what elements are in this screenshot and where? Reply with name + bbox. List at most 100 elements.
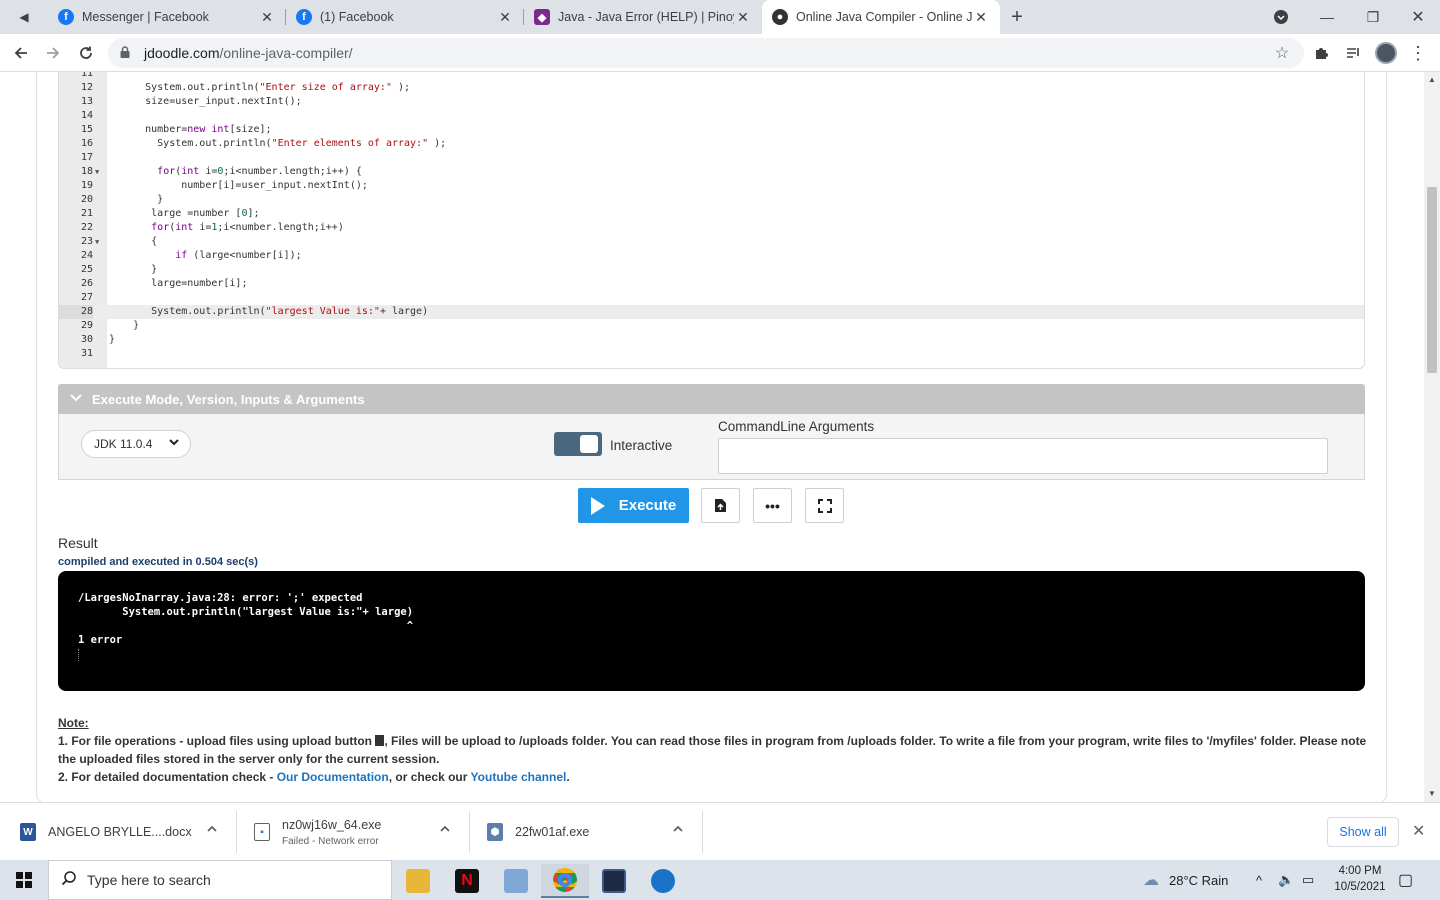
jdoodle-icon: ● xyxy=(772,9,788,25)
code-line[interactable]: 13 size=user_input.nextInt(); xyxy=(59,95,1364,109)
code-line[interactable]: 22 for(int i=1;i<number.length;i++) xyxy=(59,221,1364,235)
close-icon[interactable]: ✕ xyxy=(734,9,752,26)
youtube-channel-link[interactable]: Youtube channel xyxy=(471,770,567,784)
code-line[interactable]: 23 ▼ { xyxy=(59,235,1364,249)
line-number: 23 xyxy=(80,236,93,247)
note-label: Note: xyxy=(58,716,89,730)
output-terminal[interactable]: /LargesNoInarray.java:28: error: ';' exp… xyxy=(58,571,1365,691)
tab-title: Java - Java Error (HELP) | Pinoy In xyxy=(558,10,734,24)
installer-icon: ⬢ xyxy=(487,823,503,841)
code-line[interactable]: 26 large=number[i]; xyxy=(59,277,1364,291)
url-path: /online-java-compiler/ xyxy=(219,45,353,61)
exe-icon: ▪ xyxy=(254,823,270,841)
chevron-up-icon[interactable] xyxy=(672,823,684,838)
tab-jdoodle[interactable]: ● Online Java Compiler - Online Ja ✕ xyxy=(762,0,1000,34)
minimize-icon[interactable]: — xyxy=(1304,0,1350,34)
code-line[interactable]: 29 } xyxy=(59,319,1364,333)
code-line[interactable]: 28 System.out.println("largest Value is:… xyxy=(59,305,1364,319)
line-number: 17 xyxy=(80,152,93,163)
tab-facebook[interactable]: f (1) Facebook ✕ xyxy=(286,0,524,34)
download-item[interactable]: ▪ nz0wj16w_64.exe Failed - Network error xyxy=(254,803,381,861)
code-line[interactable]: 14 xyxy=(59,109,1364,123)
code-line[interactable]: 17 xyxy=(59,151,1364,165)
download-item[interactable]: W ANGELO BRYLLE....docx xyxy=(20,803,192,861)
restore-icon[interactable]: ❐ xyxy=(1350,0,1396,34)
menu-kebab-icon[interactable]: ⋮ xyxy=(1405,40,1431,66)
scroll-up-icon[interactable]: ▲ xyxy=(1428,75,1436,84)
scroll-down-icon[interactable]: ▼ xyxy=(1428,789,1436,798)
fold-arrow-icon[interactable]: ▼ xyxy=(95,165,99,179)
code-line[interactable]: 27 xyxy=(59,291,1364,305)
terminal-app-icon[interactable] xyxy=(590,864,638,898)
chevron-down-icon xyxy=(70,393,82,405)
taskbar-search[interactable]: Type here to search xyxy=(48,860,392,900)
line-number: 15 xyxy=(80,124,93,135)
notifications-icon[interactable]: ▢ xyxy=(1398,860,1413,900)
code-line[interactable]: 15 number=new int[size]; xyxy=(59,123,1364,137)
chevron-up-icon[interactable]: ^ xyxy=(1256,860,1262,900)
execute-options-header[interactable]: Execute Mode, Version, Inputs & Argument… xyxy=(58,384,1365,414)
weather-widget[interactable]: ☁ 28°C Rain xyxy=(1143,860,1228,900)
download-item[interactable]: ⬢ 22fw01af.exe xyxy=(487,803,589,861)
bookmark-star-icon[interactable]: ☆ xyxy=(1269,40,1295,66)
code-line[interactable]: 16 System.out.println("Enter elements of… xyxy=(59,137,1364,151)
chevron-up-icon[interactable] xyxy=(206,823,218,838)
code-line[interactable]: 11 xyxy=(59,72,1364,81)
download-name: ANGELO BRYLLE....docx xyxy=(48,825,192,839)
back-icon[interactable] xyxy=(8,40,34,66)
forward-icon[interactable] xyxy=(40,40,66,66)
netflix-icon[interactable]: N xyxy=(443,864,491,898)
new-tab-button[interactable]: + xyxy=(1000,0,1034,34)
clock-date: 10/5/2021 xyxy=(1334,881,1386,893)
edge-icon[interactable] xyxy=(639,864,687,898)
close-icon[interactable]: ✕ xyxy=(972,9,990,26)
close-icon[interactable]: ✕ xyxy=(496,9,514,26)
close-icon[interactable]: ✕ xyxy=(258,9,276,26)
commandline-arguments-input[interactable] xyxy=(718,438,1328,474)
code-line[interactable]: 31 xyxy=(59,347,1364,361)
fullscreen-button[interactable] xyxy=(805,488,844,523)
code-line[interactable]: 20 } xyxy=(59,193,1364,207)
address-bar[interactable]: jdoodle.com/online-java-compiler/ xyxy=(108,38,1304,68)
volume-icon[interactable]: 🔈 xyxy=(1278,860,1294,900)
notepad-icon[interactable] xyxy=(492,864,540,898)
code-editor[interactable]: 11 12 System.out.println("Enter size of a… xyxy=(58,72,1365,369)
reading-list-icon[interactable] xyxy=(1340,40,1366,66)
code-line[interactable]: 12 System.out.println("Enter size of arr… xyxy=(59,81,1364,95)
reload-icon[interactable] xyxy=(73,40,99,66)
page-scrollbar[interactable]: ▲ ▼ xyxy=(1424,72,1440,802)
line-number: 26 xyxy=(80,278,93,289)
interactive-toggle[interactable] xyxy=(554,432,602,456)
chrome-icon[interactable] xyxy=(541,864,589,898)
code-line[interactable]: 19 number[i]=user_input.nextInt(); xyxy=(59,179,1364,193)
code-line[interactable]: 30} xyxy=(59,333,1364,347)
system-clock[interactable]: 4:00 PM 10/5/2021 xyxy=(1320,863,1400,895)
tab-messenger[interactable]: f Messenger | Facebook ✕ xyxy=(48,0,286,34)
fold-arrow-icon[interactable]: ▼ xyxy=(95,235,99,249)
scroll-thumb[interactable] xyxy=(1427,187,1437,373)
code-line[interactable]: 18 ▼ for(int i=0;i<number.length;i++) { xyxy=(59,165,1364,179)
profile-avatar[interactable] xyxy=(1373,40,1399,66)
documentation-link[interactable]: Our Documentation xyxy=(277,770,389,784)
show-all-button[interactable]: Show all xyxy=(1327,817,1399,847)
file-explorer-icon[interactable] xyxy=(394,864,442,898)
tab-pinoy[interactable]: ◆ Java - Java Error (HELP) | Pinoy In ✕ xyxy=(524,0,762,34)
execute-button[interactable]: Execute xyxy=(578,488,689,523)
network-icon[interactable]: ▭ xyxy=(1302,860,1314,900)
chevron-up-icon[interactable] xyxy=(439,823,451,838)
more-options-button[interactable]: ••• xyxy=(753,488,792,523)
jdk-version-select[interactable]: JDK 11.0.4 xyxy=(81,430,191,458)
code-line[interactable]: 24 if (large<number[i]); xyxy=(59,249,1364,263)
extensions-icon[interactable] xyxy=(1308,40,1334,66)
close-icon[interactable]: ✕ xyxy=(1412,821,1425,841)
code-line[interactable]: 25 } xyxy=(59,263,1364,277)
start-button[interactable] xyxy=(0,860,48,900)
code-line[interactable]: 21 large =number [0]; xyxy=(59,207,1364,221)
upload-file-button[interactable] xyxy=(701,488,740,523)
tab-search-icon[interactable] xyxy=(1266,0,1296,34)
note-line2: 2. For detailed documentation check - xyxy=(58,770,277,784)
tab-title: (1) Facebook xyxy=(320,10,394,24)
window-close-icon[interactable]: ✕ xyxy=(1396,0,1440,34)
line-number: 18 xyxy=(80,166,93,177)
tab-audio-icon[interactable]: ◀​ xyxy=(0,0,48,34)
